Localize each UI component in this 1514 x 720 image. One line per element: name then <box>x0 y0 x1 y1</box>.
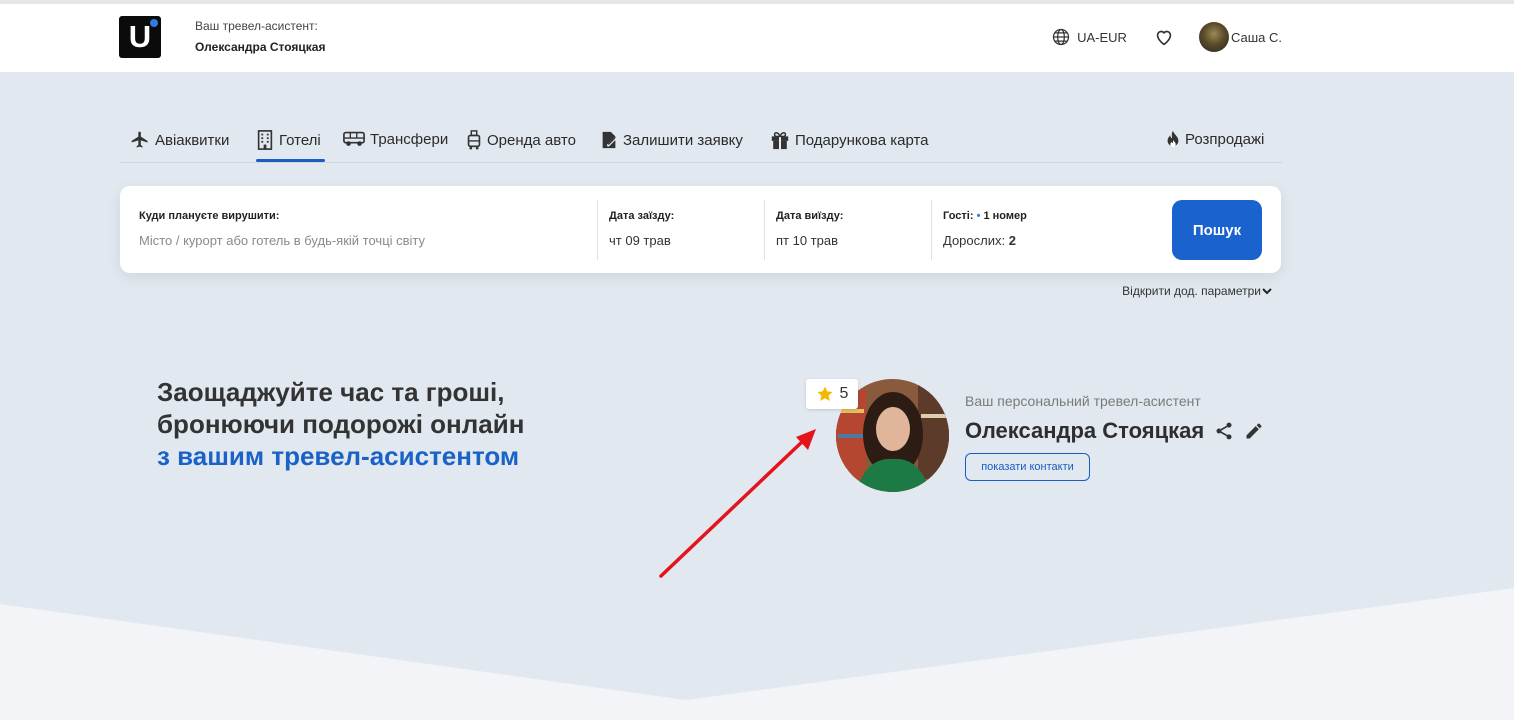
annotation-arrow <box>659 429 816 578</box>
